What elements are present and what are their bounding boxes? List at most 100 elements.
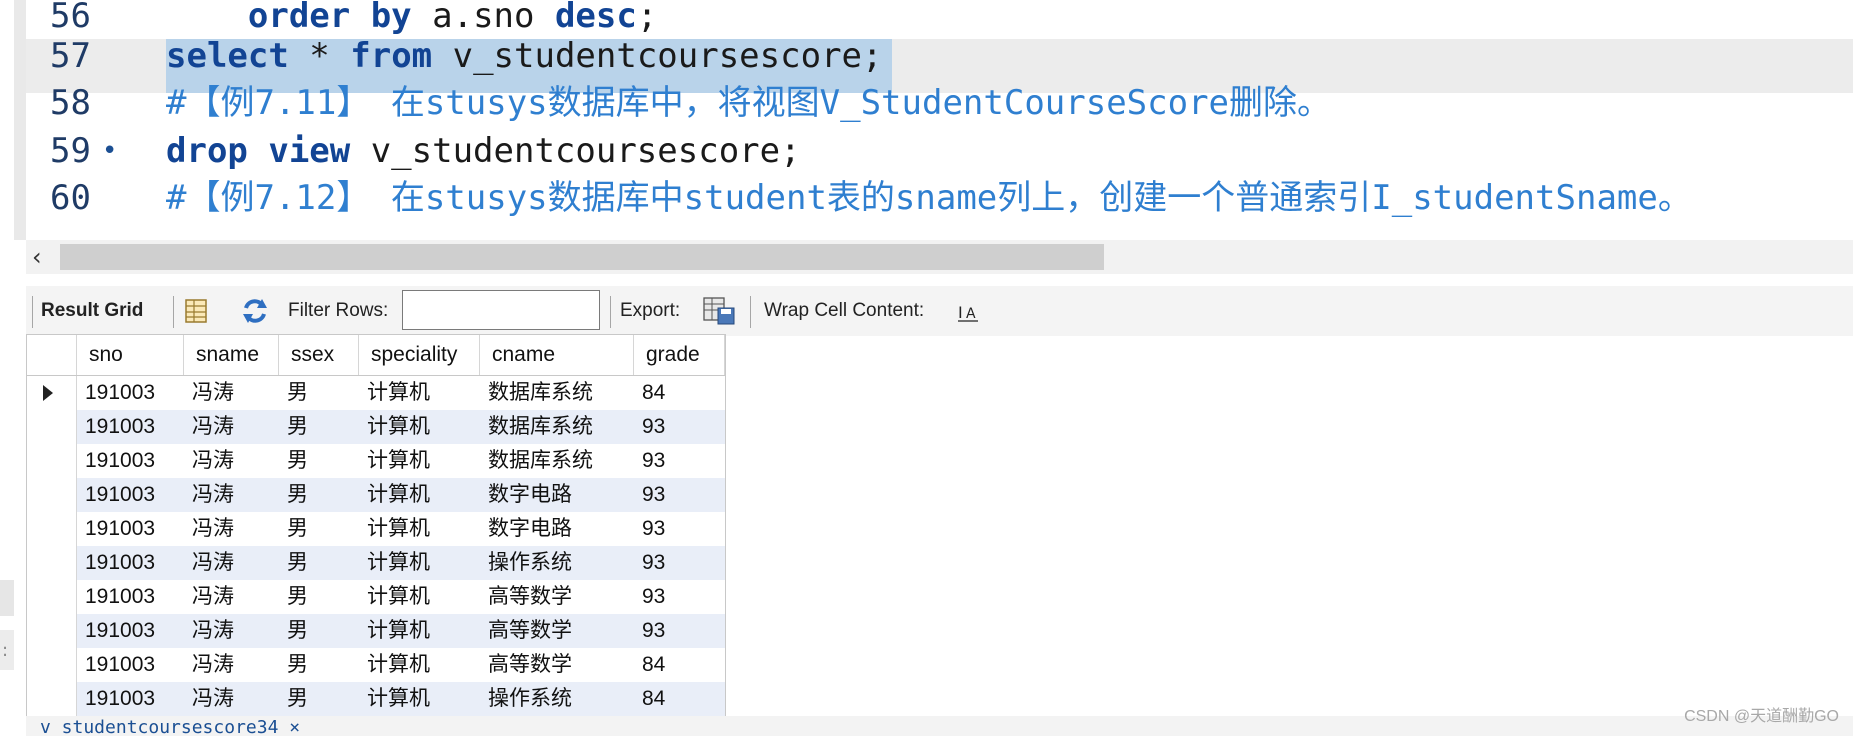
grid-layout-icon[interactable] [184, 298, 210, 324]
column-header-speciality[interactable]: speciality [359, 335, 480, 375]
row-selector[interactable] [27, 478, 77, 512]
cell-cname[interactable]: 高等数学 [480, 614, 634, 648]
cell-ssex[interactable]: 男 [279, 614, 359, 648]
column-header-cname[interactable]: cname [480, 335, 634, 375]
sql-editor[interactable]: 56 order by a.sno desc; 57 select * from v… [26, 0, 1853, 240]
cell-sno[interactable]: 191003 [77, 410, 184, 444]
cell-sname[interactable]: 冯涛 [184, 512, 279, 546]
cell-cname[interactable]: 数据库系统 [480, 410, 634, 444]
cell-sname[interactable]: 冯涛 [184, 410, 279, 444]
cell-sname[interactable]: 冯涛 [184, 614, 279, 648]
cell-grade[interactable]: 93 [634, 444, 725, 478]
row-selector[interactable] [27, 512, 77, 546]
cell-grade[interactable]: 93 [634, 580, 725, 614]
cell-sname[interactable]: 冯涛 [184, 580, 279, 614]
row-selector[interactable] [27, 444, 77, 478]
cell-speciality[interactable]: 计算机 [359, 410, 480, 444]
cell-sname[interactable]: 冯涛 [184, 648, 279, 682]
cell-sname[interactable]: 冯涛 [184, 478, 279, 512]
cell-ssex[interactable]: 男 [279, 648, 359, 682]
cell-sname[interactable]: 冯涛 [184, 376, 279, 410]
cell-sname[interactable]: 冯涛 [184, 444, 279, 478]
cell-sno[interactable]: 191003 [77, 478, 184, 512]
scroll-left-arrow-icon[interactable]: ‹ [32, 240, 42, 274]
cell-cname[interactable]: 数字电路 [480, 512, 634, 546]
row-selector[interactable] [27, 580, 77, 614]
column-header-sname[interactable]: sname [184, 335, 279, 375]
cell-speciality[interactable]: 计算机 [359, 580, 480, 614]
cell-sname[interactable]: 冯涛 [184, 546, 279, 580]
cell-speciality[interactable]: 计算机 [359, 546, 480, 580]
cell-sno[interactable]: 191003 [77, 648, 184, 682]
row-selector[interactable] [27, 410, 77, 444]
cell-sno[interactable]: 191003 [77, 444, 184, 478]
cell-grade[interactable]: 93 [634, 410, 725, 444]
row-selector[interactable] [27, 376, 77, 410]
cell-grade[interactable]: 93 [634, 512, 725, 546]
column-header-sno[interactable]: sno [77, 335, 184, 375]
cell-ssex[interactable]: 男 [279, 512, 359, 546]
row-selector[interactable] [27, 614, 77, 648]
result-grid-tab[interactable]: Result Grid [41, 286, 143, 336]
row-selector[interactable] [27, 648, 77, 682]
table-row[interactable]: 191003 冯涛男计算机 高等数学 93 [27, 614, 725, 648]
export-icon[interactable] [702, 294, 736, 326]
column-header-ssex[interactable]: ssex [279, 335, 359, 375]
cell-ssex[interactable]: 男 [279, 444, 359, 478]
cell-cname[interactable]: 高等数学 [480, 648, 634, 682]
cell-cname[interactable]: 操作系统 [480, 546, 634, 580]
cell-grade[interactable]: 93 [634, 546, 725, 580]
cell-cname[interactable]: 数字电路 [480, 478, 634, 512]
cell-speciality[interactable]: 计算机 [359, 512, 480, 546]
cell-speciality[interactable]: 计算机 [359, 682, 480, 716]
code-line[interactable]: 60 #【例7.12】 在stusys数据库中student表的sname列上，创… [26, 170, 1853, 226]
cell-grade[interactable]: 84 [634, 376, 725, 410]
row-selector[interactable] [27, 682, 77, 716]
cell-speciality[interactable]: 计算机 [359, 614, 480, 648]
cell-cname[interactable]: 操作系统 [480, 682, 634, 716]
cell-grade[interactable]: 93 [634, 614, 725, 648]
cell-speciality[interactable]: 计算机 [359, 444, 480, 478]
cell-grade[interactable]: 84 [634, 648, 725, 682]
grid-header-row: sno sname ssex speciality cname grade [27, 335, 725, 376]
editor-horizontal-scrollbar[interactable]: ‹ [26, 240, 1853, 274]
table-row[interactable]: 191003 冯涛男计算机 数据库系统 84 [27, 376, 725, 410]
cell-speciality[interactable]: 计算机 [359, 376, 480, 410]
cell-speciality[interactable]: 计算机 [359, 648, 480, 682]
cell-sno[interactable]: 191003 [77, 580, 184, 614]
cell-ssex[interactable]: 男 [279, 376, 359, 410]
cell-ssex[interactable]: 男 [279, 478, 359, 512]
cell-cname[interactable]: 高等数学 [480, 580, 634, 614]
cell-grade[interactable]: 84 [634, 682, 725, 716]
scrollbar-thumb[interactable] [60, 244, 1104, 270]
cell-sno[interactable]: 191003 [77, 546, 184, 580]
cell-ssex[interactable]: 男 [279, 580, 359, 614]
cell-ssex[interactable]: 男 [279, 546, 359, 580]
row-selector[interactable] [27, 546, 77, 580]
column-header-grade[interactable]: grade [634, 335, 725, 375]
cell-sno[interactable]: 191003 [77, 682, 184, 716]
table-row[interactable]: 191003 冯涛男计算机 数据库系统 93 [27, 444, 725, 478]
cell-cname[interactable]: 数据库系统 [480, 376, 634, 410]
cell-sname[interactable]: 冯涛 [184, 682, 279, 716]
cell-sno[interactable]: 191003 [77, 376, 184, 410]
cell-sno[interactable]: 191003 [77, 512, 184, 546]
table-row[interactable]: 191003 冯涛男计算机 高等数学 84 [27, 648, 725, 682]
cell-grade[interactable]: 93 [634, 478, 725, 512]
table-row[interactable]: 191003 冯涛男计算机 数据库系统 93 [27, 410, 725, 444]
cell-sno[interactable]: 191003 [77, 614, 184, 648]
table-row[interactable]: 191003 冯涛男计算机 操作系统 93 [27, 546, 725, 580]
table-row[interactable]: 191003 冯涛男计算机 操作系统 84 [27, 682, 725, 716]
result-grid[interactable]: sno sname ssex speciality cname grade 19… [26, 334, 726, 717]
filter-rows-input[interactable] [402, 290, 600, 330]
table-row[interactable]: 191003 冯涛男计算机 高等数学 93 [27, 580, 725, 614]
cell-ssex[interactable]: 男 [279, 682, 359, 716]
table-row[interactable]: 191003 冯涛男计算机 数字电路 93 [27, 478, 725, 512]
cell-speciality[interactable]: 计算机 [359, 478, 480, 512]
result-tab[interactable]: v_studentcoursescore34 × [40, 716, 300, 736]
cell-ssex[interactable]: 男 [279, 410, 359, 444]
refresh-icon[interactable] [240, 296, 270, 326]
table-row[interactable]: 191003 冯涛男计算机 数字电路 93 [27, 512, 725, 546]
wrap-text-icon[interactable]: I A [956, 300, 980, 324]
cell-cname[interactable]: 数据库系统 [480, 444, 634, 478]
